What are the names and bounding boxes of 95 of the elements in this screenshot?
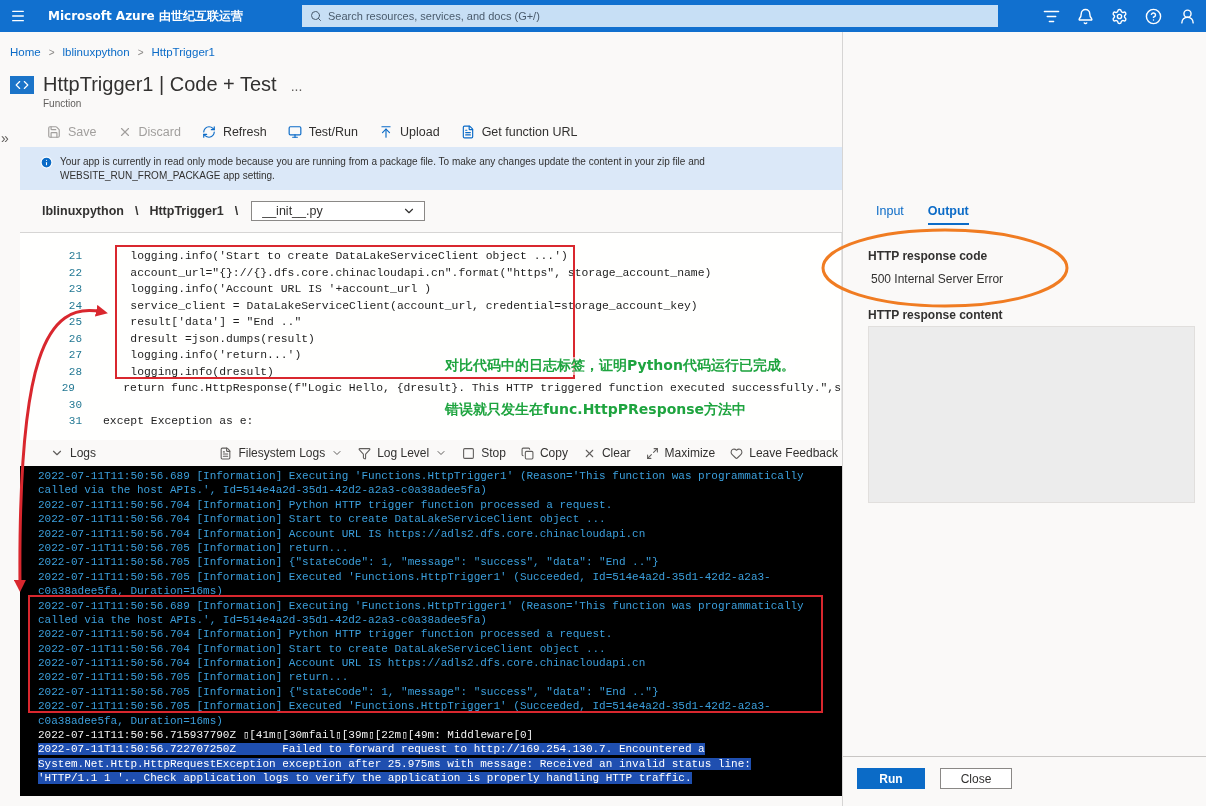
path-label: \	[134, 204, 139, 218]
copy-icon	[520, 446, 534, 460]
save-icon	[47, 124, 61, 139]
field-label: HTTP response content	[868, 308, 1004, 322]
log-line: c0a38adee5fa, Duration=16ms)	[38, 714, 223, 727]
line-number: 23	[67, 283, 82, 296]
toolbar-button[interactable]: Upload	[379, 124, 440, 139]
path-label: HttpTrigger1	[149, 204, 224, 218]
log-line: 2022-07-11T11:50:56.705 [Information] {"stateCode": 1, "message": "success", "data": "End .."}	[38, 556, 659, 569]
log-toolbar-button[interactable]: Copy	[520, 446, 568, 460]
square-icon	[462, 446, 476, 460]
response-code: 500 Internal Server Error	[871, 272, 1005, 286]
log-toolbar-button[interactable]: Maximize	[645, 446, 716, 460]
close-button[interactable]: Close	[940, 768, 1012, 789]
field-label: HTTP response code	[868, 249, 989, 263]
info-icon	[40, 156, 53, 169]
code-line: return func.HttpResponse(f"Logic Hello, {dresult}. This HTTP triggered function executed successfully.",s	[122, 382, 841, 395]
toolbar-button[interactable]: Test/Run	[287, 124, 358, 139]
panel-tab[interactable]: Input	[876, 204, 904, 225]
log-line: called via the host APIs.', Id=514e4a2d-35d1-42d2-a2a3-c0a38adee5fa)	[38, 484, 487, 497]
log-line: 2022-07-11T11:50:56.715937790Z ▯[41m▯[30mfail▯[39m▯[22m▯[49m: Middleware[0]	[38, 729, 534, 742]
log-line: 2022-07-11T11:50:56.704 [Information] Python HTTP trigger function processed a request.	[38, 498, 613, 511]
log-line: 2022-07-11T11:50:56.705 [Information] Executed 'Functions.HttpTrigger1' (Succeeded, Id=514e4a2d-35d1-42d2-a2a3-	[38, 700, 771, 713]
toolbar-button[interactable]: Refresh	[201, 124, 267, 139]
log-line: 2022-07-11T11:50:56.704 [Information] Python HTTP trigger function processed a request.	[38, 628, 613, 641]
search-field[interactable]: Search resources, services, and docs (G+/)	[302, 5, 998, 27]
breadcrumb-link[interactable]: lblinuxpython	[62, 46, 130, 58]
log-line: 2022-07-11T11:50:56.705 [Information] return...	[38, 541, 349, 554]
annotation-note: 错误就只发生在func.HttpPResponse方法中	[445, 401, 747, 419]
log-line: 2022-07-11T11:50:56.705 [Information] {"stateCode": 1, "message": "success", "data": "End .."}	[38, 685, 659, 698]
more-button[interactable]: ...	[290, 78, 303, 94]
line-number: 21	[67, 250, 82, 263]
settings-icon[interactable]	[1111, 7, 1128, 25]
page-title: HttpTrigger1 | Code + Test	[43, 72, 277, 96]
log-toolbar-button[interactable]: Log Level	[358, 446, 448, 460]
run-button[interactable]: Run	[857, 768, 925, 789]
code-icon	[10, 76, 34, 94]
document-icon	[460, 124, 475, 139]
log-line: 2022-07-11T11:50:56.704 [Information] Start to create DataLakeServiceClient object ...	[38, 642, 606, 655]
line-number: 26	[67, 332, 82, 345]
person-icon[interactable]	[1179, 7, 1196, 25]
expand-button[interactable]: »	[0, 130, 9, 146]
maximize-icon	[645, 446, 659, 460]
panel-tab[interactable]: Output	[927, 204, 969, 225]
log-line: c0a38adee5fa, Duration=16ms)	[38, 585, 223, 598]
breadcrumb-separator: >	[137, 46, 144, 58]
path-label: lblinuxpython	[42, 204, 124, 218]
code-line: result['data'] = "End .."	[129, 316, 302, 329]
line-number: 24	[67, 299, 82, 312]
breadcrumb-separator: >	[48, 46, 55, 58]
line-number: 22	[67, 266, 82, 279]
search-icon	[310, 10, 322, 22]
code-line: dresult =json.dumps(result)	[129, 332, 315, 345]
log-line: 2022-07-11T11:50:56.704 [Information] Account URL IS https://adls2.dfs.core.chinacloudapi.cn	[38, 527, 646, 540]
help-icon[interactable]	[1145, 7, 1162, 25]
line-number: 27	[67, 349, 82, 362]
file-dropdown[interactable]: __init__.py	[251, 201, 426, 221]
line-number: 31	[67, 415, 82, 428]
log-line: 2022-07-11T11:50:56.705 [Information] Executed 'Functions.HttpTrigger1' (Succeeded, Id=514e4a2d-35d1-42d2-a2a3-	[38, 570, 771, 583]
code-line: logging.info('Account URL IS '+account_url )	[129, 283, 432, 296]
portal-title: Microsoft Azure 由世纪互联运营	[48, 7, 244, 25]
line-number: 30	[67, 398, 82, 411]
info-text: Your app is currently in read only mode because you are running from a package file. To make any changes update the content in your zip file and WEBSITE_RUN_FROM_PACKAGE app setting.	[60, 155, 706, 183]
monitor-icon	[287, 124, 302, 139]
toolbar-button[interactable]: Get function URL	[460, 124, 578, 139]
log-toolbar-button[interactable]: Clear	[582, 446, 631, 460]
logs-toggle[interactable]: Logs	[50, 446, 97, 460]
log-line: 2022-07-11T11:50:56.704 [Information] Start to create DataLakeServiceClient object ...	[38, 513, 606, 526]
bell-icon[interactable]	[1077, 7, 1094, 25]
menu-icon[interactable]	[10, 8, 26, 24]
code-line: logging.info(dresult)	[129, 365, 274, 378]
line-number: 25	[67, 316, 82, 329]
log-toolbar-button[interactable]: Stop	[462, 446, 506, 460]
response-content-field[interactable]	[868, 326, 1195, 503]
log-line: 2022-07-11T11:50:56.705 [Information] return...	[38, 671, 349, 684]
upload-icon	[379, 124, 393, 139]
path-label: \	[234, 204, 239, 218]
log-line: 2022-07-11T11:50:56.689 [Information] Executing 'Functions.HttpTrigger1' (Reason='This function was programmatically	[38, 599, 804, 612]
breadcrumb-link[interactable]: HttpTrigger1	[151, 46, 215, 58]
breadcrumb-link[interactable]: Home	[10, 46, 41, 58]
heart-icon	[730, 446, 744, 460]
code-line: except Exception as e:	[103, 415, 254, 428]
filter-icon	[358, 446, 372, 460]
log-line: 2022-07-11T11:50:56.689 [Information] Executing 'Functions.HttpTrigger1' (Reason='This function was programmatically	[38, 470, 804, 482]
log-toolbar-button[interactable]: Leave Feedback	[730, 446, 838, 460]
page-subtitle: Function	[43, 98, 83, 109]
document-icon	[219, 446, 233, 460]
log-line: 2022-07-11T11:50:56.704 [Information] Account URL IS https://adls2.dfs.core.chinacloudapi.cn	[38, 657, 646, 670]
log-line: called via the host APIs.', Id=514e4a2d-35d1-42d2-a2a3-c0a38adee5fa)	[38, 613, 487, 626]
line-number: 29	[60, 382, 75, 395]
code-line: logging.info('Start to create DataLakeServiceClient object ...')	[129, 250, 568, 263]
code-line: logging.info('return...')	[129, 349, 302, 362]
refresh-icon	[201, 124, 216, 139]
log-toolbar-button[interactable]: Filesystem Logs	[219, 446, 344, 460]
line-number: 28	[67, 365, 82, 378]
